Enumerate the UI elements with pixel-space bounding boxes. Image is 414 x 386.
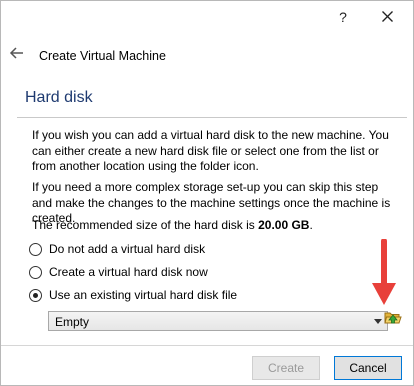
cancel-button[interactable]: Cancel bbox=[334, 356, 402, 380]
radio-button[interactable] bbox=[29, 242, 42, 256]
radio-button-checked[interactable] bbox=[29, 288, 42, 302]
content-panel: If you wish you can add a virtual hard d… bbox=[17, 117, 407, 342]
title-bar: ? bbox=[1, 1, 413, 31]
disk-file-select-value: Empty bbox=[55, 315, 90, 329]
wizard-title: Create Virtual Machine bbox=[39, 49, 166, 63]
red-arrow-icon bbox=[372, 239, 396, 305]
radio-label: Create a virtual hard disk now bbox=[49, 265, 208, 279]
recommended-prefix: The recommended size of the hard disk is bbox=[32, 218, 259, 232]
dialog-window: ? Create Virtual Machine Hard disk If yo… bbox=[0, 0, 414, 386]
recommended-size-value: 20.00 GB bbox=[258, 218, 310, 232]
folder-open-icon bbox=[384, 312, 402, 324]
radio-existing-disk[interactable]: Use an existing virtual hard disk file bbox=[29, 286, 237, 304]
recommended-suffix: . bbox=[309, 218, 313, 232]
radio-label: Use an existing virtual hard disk file bbox=[49, 288, 238, 302]
back-button[interactable] bbox=[7, 43, 27, 63]
dialog-footer: Create Cancel bbox=[1, 345, 413, 386]
page-title: Hard disk bbox=[25, 89, 93, 106]
close-button[interactable] bbox=[375, 7, 399, 27]
choose-disk-file-button[interactable] bbox=[383, 308, 403, 328]
create-button[interactable]: Create bbox=[252, 356, 320, 380]
radio-no-disk[interactable]: Do not add a virtual hard disk bbox=[29, 240, 205, 258]
back-arrow-icon bbox=[9, 47, 23, 59]
help-button[interactable]: ? bbox=[331, 7, 355, 27]
wizard-header: Create Virtual Machine bbox=[1, 35, 413, 75]
chevron-down-icon bbox=[374, 319, 382, 324]
disk-file-select[interactable]: Empty bbox=[48, 311, 388, 331]
radio-label: Do not add a virtual hard disk bbox=[49, 242, 206, 256]
close-icon bbox=[381, 11, 393, 22]
description-paragraph-1: If you wish you can add a virtual hard d… bbox=[32, 128, 389, 173]
radio-create-disk[interactable]: Create a virtual hard disk now bbox=[29, 263, 208, 281]
radio-button[interactable] bbox=[29, 265, 42, 279]
recommended-size-text: The recommended size of the hard disk is… bbox=[32, 218, 394, 234]
